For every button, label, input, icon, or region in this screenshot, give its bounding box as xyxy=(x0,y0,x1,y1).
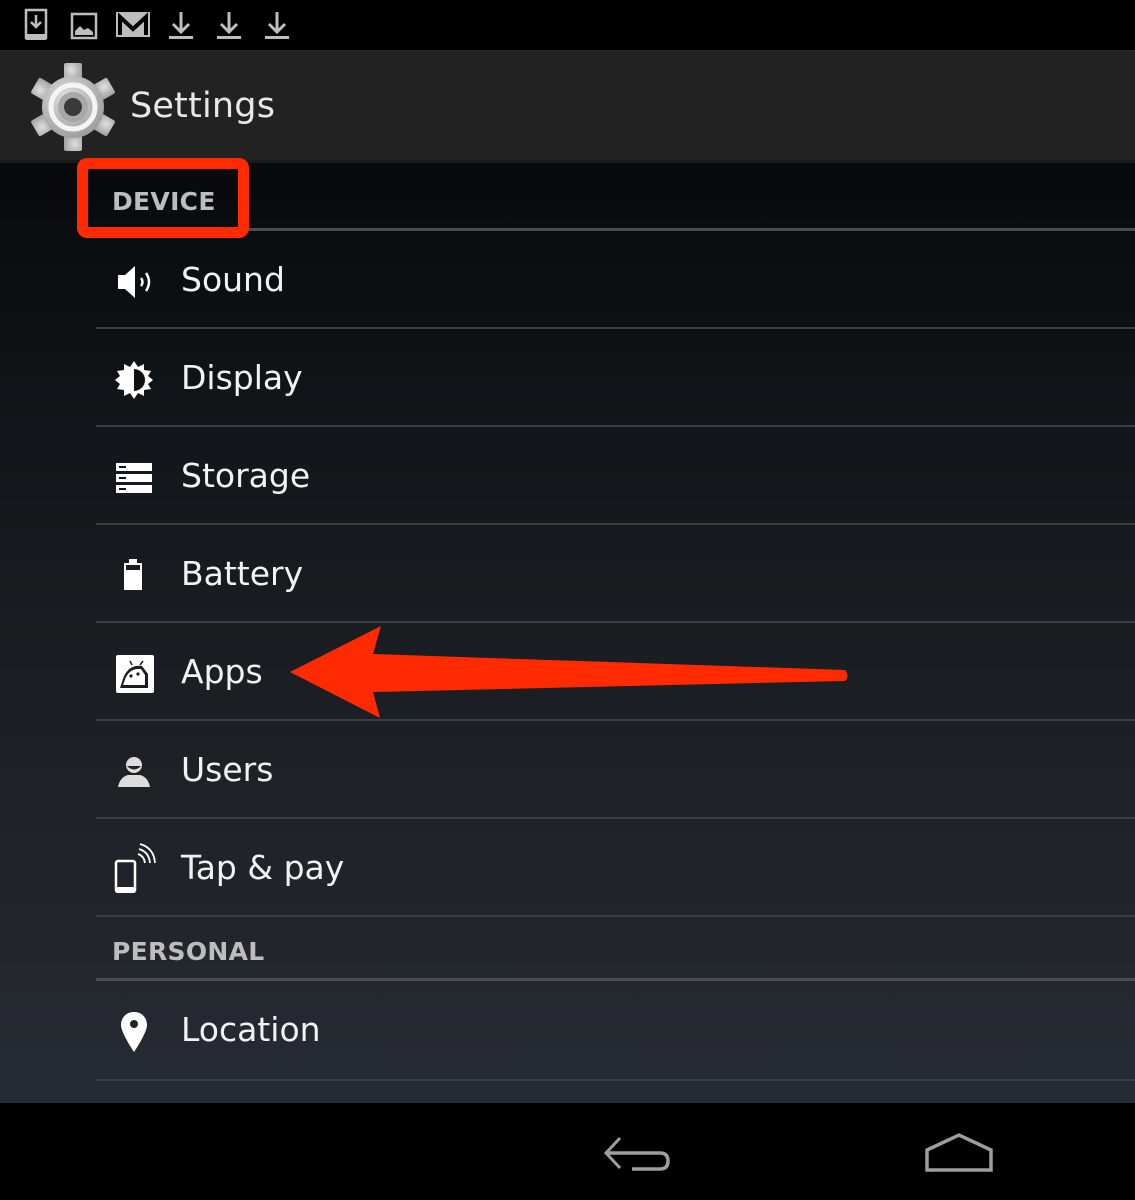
back-icon xyxy=(603,1136,670,1171)
navigation-bar xyxy=(0,1103,1135,1200)
settings-item-label: Users xyxy=(181,750,274,789)
settings-item-label: Sound xyxy=(181,260,285,299)
settings-list: DEVICE Sound Display Storage Battery App… xyxy=(0,160,1135,1103)
nfc-phone-icon xyxy=(114,841,158,893)
settings-item-label: Display xyxy=(181,358,303,397)
image-icon xyxy=(70,8,98,42)
settings-item-battery[interactable]: Battery xyxy=(96,525,1135,623)
settings-item-label: Storage xyxy=(181,456,311,495)
settings-item-apps[interactable]: Apps xyxy=(96,623,1135,721)
status-bar xyxy=(0,0,1135,50)
download-icon xyxy=(168,8,194,42)
download-icon xyxy=(264,8,290,42)
settings-item-storage[interactable]: Storage xyxy=(96,427,1135,525)
android-apps-icon xyxy=(114,652,158,696)
gmail-icon xyxy=(115,8,151,42)
settings-item-label: Tap & pay xyxy=(181,848,345,887)
section-header-label: PERSONAL xyxy=(112,937,265,966)
home-button[interactable] xyxy=(914,1128,1004,1178)
settings-item-label: Apps xyxy=(181,652,263,691)
settings-item-sound[interactable]: Sound xyxy=(96,231,1135,329)
storage-icon xyxy=(114,456,158,500)
section-header-personal: PERSONAL xyxy=(96,917,1135,981)
settings-item-users[interactable]: Users xyxy=(96,721,1135,819)
brightness-icon xyxy=(114,358,158,402)
download-to-device-icon xyxy=(24,8,50,42)
location-pin-icon xyxy=(114,1010,158,1054)
settings-gear-icon[interactable] xyxy=(28,61,118,151)
user-icon xyxy=(114,750,158,794)
section-header-label: DEVICE xyxy=(112,187,216,216)
settings-item-display[interactable]: Display xyxy=(96,329,1135,427)
back-button[interactable] xyxy=(592,1128,682,1178)
settings-item-location[interactable]: Location xyxy=(96,981,1135,1081)
battery-icon xyxy=(114,554,158,598)
section-header-device: DEVICE xyxy=(96,163,1135,231)
settings-item-label: Battery xyxy=(181,554,304,593)
download-icon xyxy=(216,8,242,42)
action-bar: Settings xyxy=(0,50,1135,160)
page-title: Settings xyxy=(130,86,276,126)
speaker-icon xyxy=(114,260,158,304)
settings-item-tap-and-pay[interactable]: Tap & pay xyxy=(96,819,1135,917)
home-icon xyxy=(925,1133,993,1172)
settings-item-label: Location xyxy=(181,1010,321,1049)
